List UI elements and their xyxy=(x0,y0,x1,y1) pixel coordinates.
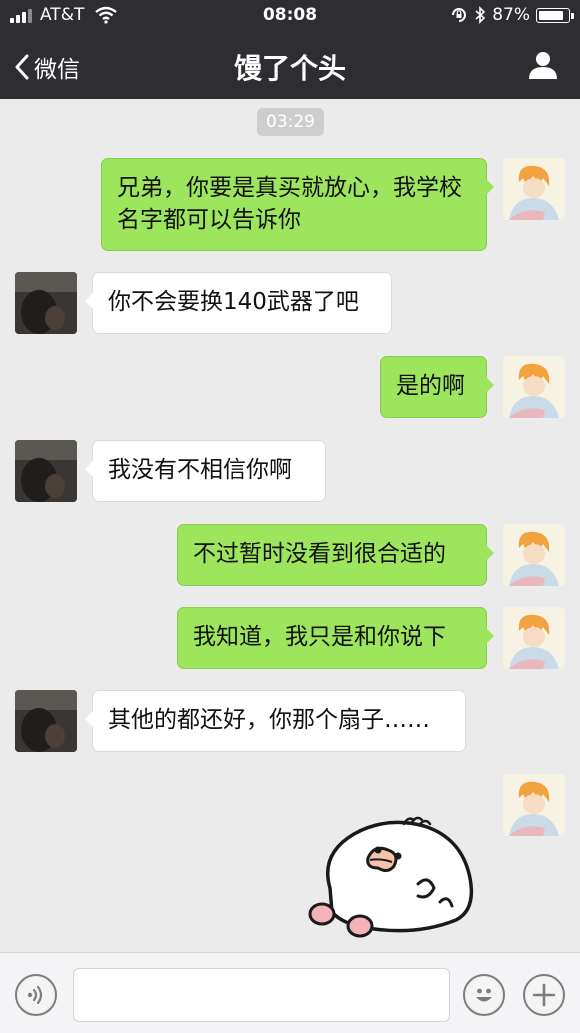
plus-icon xyxy=(532,983,556,1007)
message-bubble-incoming[interactable]: 其他的都还好，你那个扇子…… xyxy=(85,690,466,752)
contact-avatar[interactable] xyxy=(15,440,77,502)
message-bubble-incoming[interactable]: 你不会要换140武器了吧 xyxy=(85,272,392,334)
lying-chick-sticker[interactable] xyxy=(306,814,480,942)
my-avatar[interactable] xyxy=(503,356,565,418)
battery-icon xyxy=(536,7,574,23)
emoji-button[interactable] xyxy=(463,974,505,1016)
my-avatar[interactable] xyxy=(503,774,565,836)
my-avatar[interactable] xyxy=(503,607,565,669)
rotation-lock-icon xyxy=(452,8,467,22)
battery-percent: 87% xyxy=(492,5,530,25)
bluetooth-icon xyxy=(475,6,486,24)
my-avatar[interactable] xyxy=(503,524,565,586)
message-text: 我没有不相信你啊 xyxy=(108,457,292,483)
message-bubble-outgoing[interactable]: 是的啊 xyxy=(380,356,494,418)
message-text: 是的啊 xyxy=(396,373,465,399)
my-avatar[interactable] xyxy=(503,158,565,220)
voice-icon xyxy=(27,985,43,1005)
profile-button[interactable] xyxy=(528,50,558,84)
nav-bar: 微信 馒了个头 xyxy=(0,32,580,99)
more-button[interactable] xyxy=(523,974,565,1016)
message-text: 不过暂时没看到很合适的 xyxy=(193,541,446,567)
message-text: 我知道，我只是和你说下 xyxy=(193,624,446,650)
chat-title: 馒了个头 xyxy=(233,52,346,85)
message-bubble-outgoing[interactable]: 兄弟，你要是真买就放心，我学校名字都可以告诉你 xyxy=(101,158,494,251)
input-bar xyxy=(0,952,580,1033)
message-input[interactable] xyxy=(73,968,450,1022)
person-icon xyxy=(529,52,557,79)
message-text: 兄弟，你要是真买就放心，我学校名字都可以告诉你 xyxy=(117,175,462,233)
contact-avatar[interactable] xyxy=(15,272,77,334)
message-text: 其他的都还好，你那个扇子…… xyxy=(108,707,430,733)
status-bar: AT&T 08:08 87% xyxy=(0,0,580,32)
timestamp-chip: 03:29 xyxy=(257,108,324,136)
message-bubble-incoming[interactable]: 我没有不相信你啊 xyxy=(85,440,326,502)
message-bubble-outgoing[interactable]: 不过暂时没看到很合适的 xyxy=(177,524,494,586)
voice-button[interactable] xyxy=(15,974,57,1016)
smiley-icon xyxy=(476,988,492,1002)
contact-avatar[interactable] xyxy=(15,690,77,752)
message-text: 你不会要换140武器了吧 xyxy=(108,289,359,315)
top-bar: AT&T 08:08 87% 微信 馒了个头 xyxy=(0,0,580,99)
message-bubble-outgoing[interactable]: 我知道，我只是和你说下 xyxy=(177,607,494,669)
status-right: 87% xyxy=(450,5,574,25)
